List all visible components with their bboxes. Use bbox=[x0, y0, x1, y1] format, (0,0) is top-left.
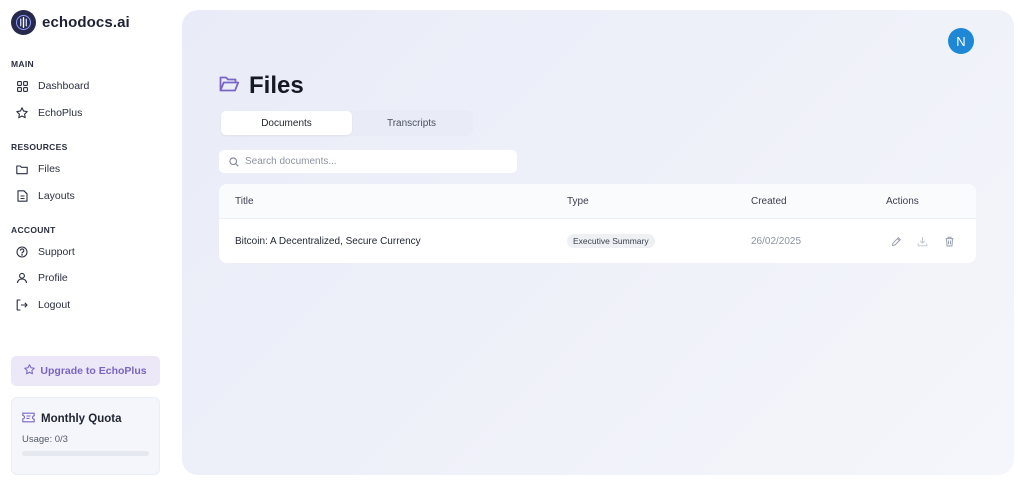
help-circle-icon bbox=[16, 246, 28, 258]
sidebar-item-label: Files bbox=[38, 163, 61, 175]
dashboard-icon bbox=[16, 80, 28, 92]
folder-open-icon bbox=[219, 75, 240, 98]
layout-file-icon bbox=[16, 190, 28, 202]
sidebar-item-layouts[interactable]: Layouts bbox=[16, 188, 75, 204]
table-header: Title Type Created Actions bbox=[219, 184, 976, 219]
quota-usage: Usage: 0/3 bbox=[22, 434, 68, 445]
tabs: Documents Transcripts bbox=[219, 110, 473, 136]
folder-icon bbox=[16, 163, 28, 175]
logout-icon bbox=[16, 299, 28, 311]
monthly-quota-card: Monthly Quota Usage: 0/3 bbox=[11, 397, 160, 475]
search-icon bbox=[229, 156, 239, 167]
main-panel: N Files Documents Transcripts Title Type… bbox=[182, 10, 1014, 475]
edit-icon[interactable] bbox=[890, 235, 903, 248]
upgrade-label: Upgrade to EchoPlus bbox=[40, 365, 147, 377]
sidebar-item-label: Support bbox=[38, 246, 75, 258]
column-header-created: Created bbox=[751, 196, 787, 207]
sidebar: echodocs.ai MAIN Dashboard EchoPlus RESO… bbox=[0, 0, 172, 485]
brand-name: echodocs.ai bbox=[42, 14, 130, 31]
quota-progress-bar bbox=[22, 451, 149, 456]
type-badge: Executive Summary bbox=[567, 234, 655, 248]
trash-icon[interactable] bbox=[943, 235, 956, 248]
tab-documents[interactable]: Documents bbox=[221, 111, 352, 135]
sidebar-item-profile[interactable]: Profile bbox=[16, 270, 68, 286]
column-header-type: Type bbox=[567, 196, 589, 207]
tab-transcripts[interactable]: Transcripts bbox=[352, 111, 471, 135]
column-header-actions: Actions bbox=[886, 196, 919, 207]
section-title-resources: RESOURCES bbox=[11, 142, 68, 152]
user-icon bbox=[16, 272, 28, 284]
star-icon bbox=[16, 107, 28, 119]
ticket-icon bbox=[22, 410, 35, 428]
upgrade-button[interactable]: Upgrade to EchoPlus bbox=[11, 356, 160, 386]
sidebar-item-echoplus[interactable]: EchoPlus bbox=[16, 105, 82, 121]
sidebar-item-dashboard[interactable]: Dashboard bbox=[16, 78, 89, 94]
row-title[interactable]: Bitcoin: A Decentralized, Secure Currenc… bbox=[235, 236, 421, 247]
sidebar-item-label: Profile bbox=[38, 272, 68, 284]
sidebar-item-support[interactable]: Support bbox=[16, 244, 75, 260]
sidebar-item-logout[interactable]: Logout bbox=[16, 297, 70, 313]
page-title: Files bbox=[249, 72, 304, 99]
echodocs-logo-icon bbox=[11, 10, 36, 35]
files-table: Title Type Created Actions Bitcoin: A De… bbox=[219, 184, 976, 263]
section-title-account: ACCOUNT bbox=[11, 225, 56, 235]
column-header-title: Title bbox=[235, 196, 254, 207]
brand[interactable]: echodocs.ai bbox=[11, 10, 130, 35]
row-created-date: 26/02/2025 bbox=[751, 236, 802, 247]
search-box bbox=[219, 150, 517, 173]
sidebar-item-label: Layouts bbox=[38, 190, 75, 202]
star-icon bbox=[24, 362, 36, 380]
download-icon[interactable] bbox=[916, 235, 929, 248]
sidebar-item-label: Dashboard bbox=[38, 80, 90, 92]
page-header: Files bbox=[219, 72, 304, 100]
quota-title: Monthly Quota bbox=[41, 413, 122, 425]
sidebar-item-files[interactable]: Files bbox=[16, 161, 60, 177]
avatar[interactable]: N bbox=[948, 28, 974, 54]
sidebar-item-label: Logout bbox=[38, 299, 71, 311]
section-title-main: MAIN bbox=[11, 59, 34, 69]
sidebar-item-label: EchoPlus bbox=[38, 107, 83, 119]
search-input[interactable] bbox=[245, 156, 505, 167]
